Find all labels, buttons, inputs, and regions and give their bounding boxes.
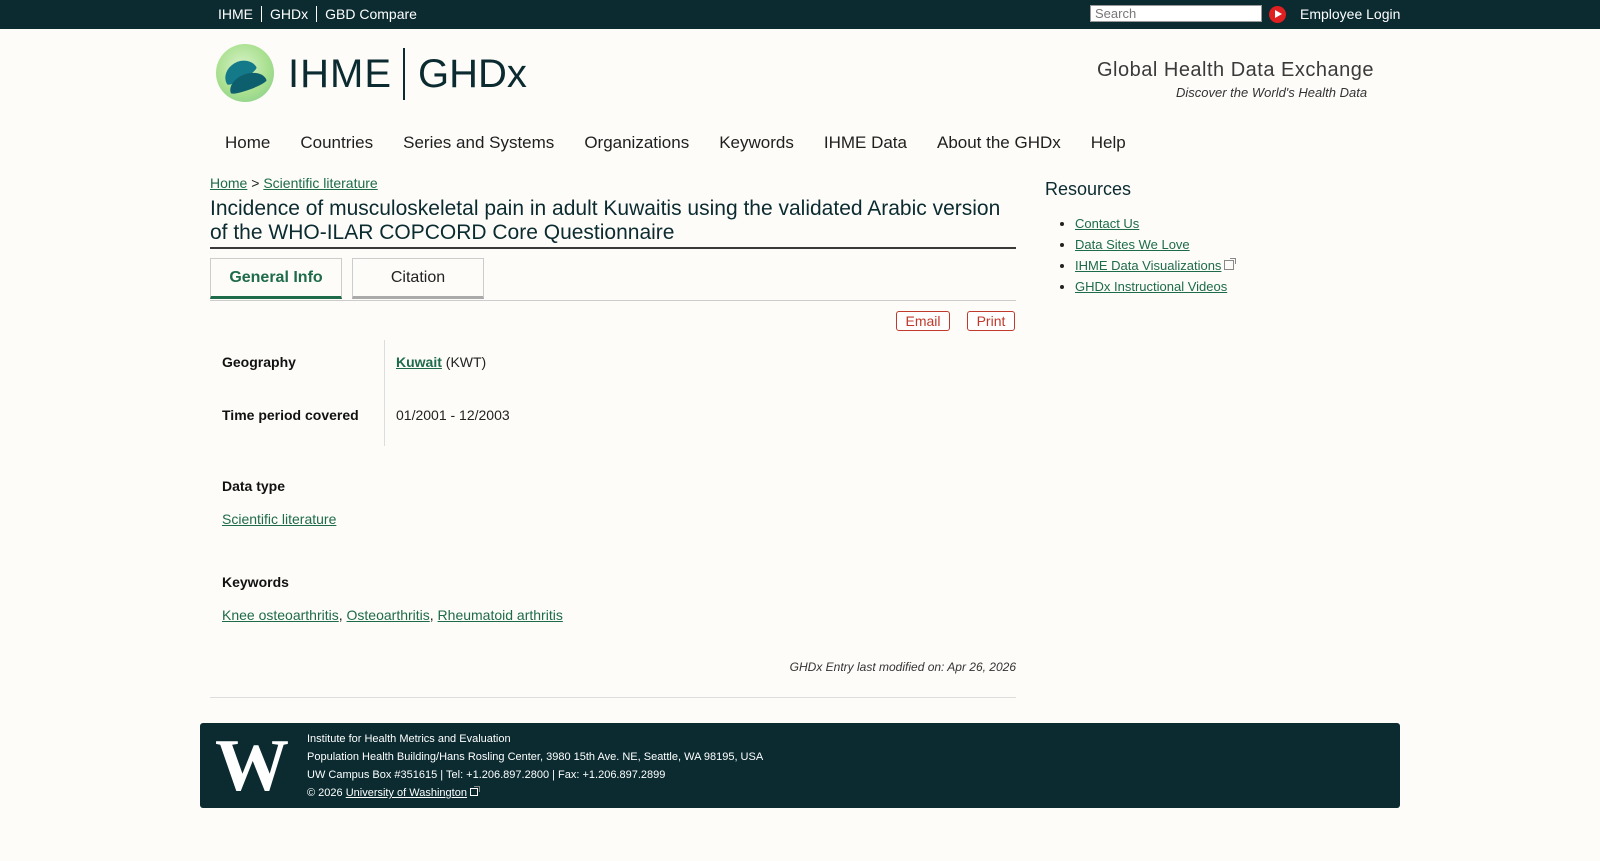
top-link-gbd-compare[interactable]: GBD Compare [316, 6, 425, 22]
ihme-logo-icon[interactable] [216, 44, 274, 102]
footer-contact: UW Campus Box #351615 | Tel: +1.206.897.… [307, 769, 666, 781]
email-button[interactable]: Email [896, 311, 950, 331]
employee-login-link[interactable]: Employee Login [1300, 6, 1400, 22]
geography-label: Geography [222, 354, 296, 370]
data-type-link[interactable]: Scientific literature [222, 511, 336, 527]
geography-code: (KWT) [445, 354, 487, 370]
top-links: IHME GHDx GBD Compare [218, 6, 425, 22]
footer-uw-link[interactable]: University of Washington [346, 787, 467, 799]
geography-link[interactable]: Kuwait [396, 354, 442, 370]
logo-ihme-text[interactable]: IHME [288, 52, 392, 97]
keywords-list: Knee osteoarthritis, Osteoarthritis, Rhe… [222, 607, 563, 623]
list-item: GHDx Instructional Videos [1075, 276, 1234, 297]
breadcrumb: Home > Scientific literature [210, 175, 378, 191]
resource-data-sites[interactable]: Data Sites We Love [1075, 237, 1190, 252]
footer-copyright-line: © 2026 University of Washington [307, 784, 763, 802]
resource-instructional-videos[interactable]: GHDx Instructional Videos [1075, 279, 1227, 294]
nav-about-ghdx[interactable]: About the GHDx [937, 133, 1061, 153]
footer: W Institute for Health Metrics and Evalu… [200, 723, 1400, 808]
keyword-link[interactable]: Rheumatoid arthritis [438, 607, 563, 623]
data-type-value: Scientific literature [222, 511, 336, 527]
logo-divider [403, 48, 405, 100]
details-divider [384, 340, 385, 446]
list-item: Contact Us [1075, 213, 1234, 234]
top-link-ihme[interactable]: IHME [218, 6, 261, 22]
list-item: IHME Data Visualizations [1075, 255, 1237, 276]
logo-ghdx-text[interactable]: GHDx [418, 52, 527, 97]
resources-list: Contact Us Data Sites We Love IHME Data … [1046, 213, 1237, 297]
tab-bar: General Info Citation [210, 258, 1016, 301]
footer-copyright: © 2026 [307, 787, 343, 799]
tab-general-info[interactable]: General Info [210, 258, 342, 299]
main-nav: Home Countries Series and Systems Organi… [225, 133, 1156, 153]
uw-logo[interactable]: W [215, 729, 289, 803]
time-period-label: Time period covered [222, 407, 359, 423]
page-title: Incidence of musculoskeletal pain in adu… [210, 197, 1016, 249]
nav-organizations[interactable]: Organizations [584, 133, 689, 153]
external-link-icon [469, 786, 480, 796]
search-input[interactable] [1090, 5, 1262, 22]
external-link-icon [1224, 258, 1237, 270]
footer-address: Population Health Building/Hans Rosling … [307, 751, 764, 763]
content-divider [210, 697, 1016, 698]
resources-title: Resources [1045, 179, 1132, 199]
last-modified: GHDx Entry last modified on: Apr 26, 202… [789, 660, 1016, 674]
footer-text: Institute for Health Metrics and Evaluat… [307, 730, 763, 802]
resource-contact-us[interactable]: Contact Us [1075, 216, 1139, 231]
nav-ihme-data[interactable]: IHME Data [824, 133, 907, 153]
breadcrumb-home[interactable]: Home [210, 175, 247, 191]
resource-ihme-visualizations[interactable]: IHME Data Visualizations [1075, 258, 1221, 273]
data-type-label: Data type [222, 478, 286, 494]
nav-keywords[interactable]: Keywords [719, 133, 794, 153]
tagline-title: Global Health Data Exchange [1097, 59, 1374, 81]
time-period-value: 01/2001 - 12/2003 [396, 407, 510, 423]
breadcrumb-separator: > [251, 175, 260, 191]
tab-citation[interactable]: Citation [352, 258, 484, 299]
keyword-link[interactable]: Osteoarthritis [347, 607, 430, 623]
print-button[interactable]: Print [967, 311, 1015, 331]
nav-series-and-systems[interactable]: Series and Systems [403, 133, 554, 153]
nav-countries[interactable]: Countries [300, 133, 373, 153]
keywords-label: Keywords [222, 574, 289, 590]
top-bar: IHME GHDx GBD Compare Employee Login [0, 0, 1600, 29]
list-item: Data Sites We Love [1075, 234, 1234, 255]
top-link-ghdx[interactable]: GHDx [261, 6, 316, 22]
geography-value: Kuwait (KWT) [396, 354, 486, 370]
search-go-icon[interactable] [1269, 6, 1286, 23]
footer-institute: Institute for Health Metrics and Evaluat… [307, 733, 511, 745]
breadcrumb-scientific-literature[interactable]: Scientific literature [263, 175, 377, 191]
keyword-link[interactable]: Knee osteoarthritis [222, 607, 339, 623]
tagline-subtitle: Discover the World's Health Data [1176, 85, 1368, 100]
nav-help[interactable]: Help [1091, 133, 1126, 153]
nav-home[interactable]: Home [225, 133, 270, 153]
